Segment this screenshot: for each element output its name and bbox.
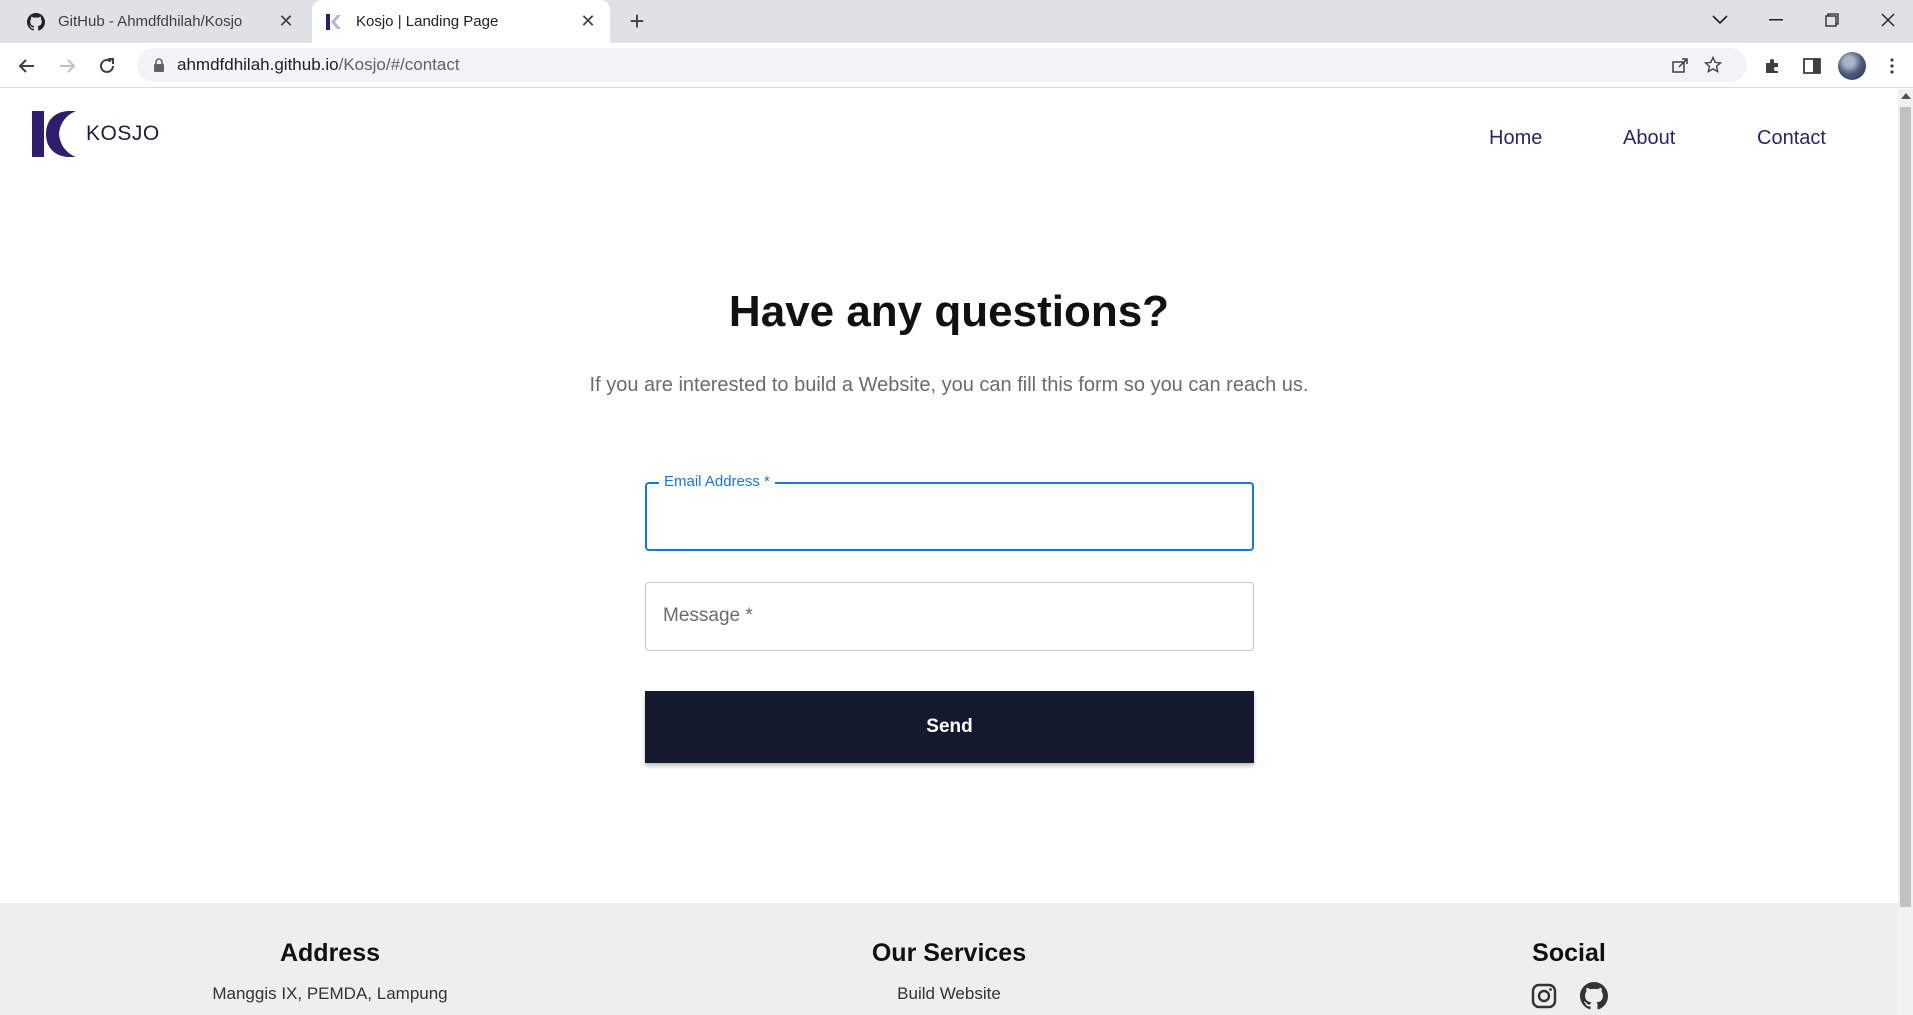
restore-icon[interactable] (1804, 0, 1860, 40)
page-subtitle: If you are interested to build a Website… (589, 374, 1309, 396)
lock-icon[interactable] (151, 58, 167, 72)
profile-avatar[interactable] (1837, 51, 1867, 81)
share-icon[interactable] (1668, 53, 1692, 77)
close-icon[interactable]: ✕ (576, 10, 600, 34)
close-icon[interactable]: ✕ (274, 10, 298, 34)
tab-title: Kosjo | Landing Page (356, 13, 499, 30)
bookmark-star-icon[interactable] (1701, 53, 1725, 77)
footer-address-text: Manggis IX, PEMDA, Lampung (212, 984, 448, 1003)
scroll-up-icon[interactable] (1901, 93, 1911, 99)
close-window-icon[interactable] (1860, 0, 1913, 40)
site-header: KOSJO Home About Contact (0, 89, 1898, 189)
forward-icon[interactable] (52, 51, 82, 81)
side-panel-icon[interactable] (1797, 51, 1827, 81)
site-footer: Address Manggis IX, PEMDA, Lampung Our S… (0, 903, 1898, 1015)
tab-search-icon[interactable] (1692, 0, 1748, 40)
footer-services-title: Our Services (871, 939, 1027, 967)
nav-home[interactable]: Home (1489, 127, 1542, 150)
page-viewport: KOSJO Home About Contact Have any questi… (0, 89, 1913, 1015)
extensions-icon[interactable] (1757, 51, 1787, 81)
browser-menu-icon[interactable] (1877, 51, 1907, 81)
footer-address: Address Manggis IX, PEMDA, Lampung (180, 903, 480, 1004)
reload-icon[interactable] (92, 51, 122, 81)
scrollbar-thumb[interactable] (1900, 107, 1911, 907)
new-tab-button[interactable]: + (624, 6, 650, 36)
tab-github[interactable]: GitHub - Ahmdfdhilah/Kosjo ✕ (12, 0, 308, 43)
footer-social: Social (1419, 903, 1719, 1010)
page-scrollbar[interactable] (1898, 89, 1913, 1015)
footer-services: Our Services Build Website (799, 903, 1099, 1004)
footer-address-title: Address (279, 939, 381, 967)
site-logo[interactable]: KOSJO (32, 111, 160, 157)
github-icon[interactable] (1580, 982, 1608, 1010)
address-bar[interactable]: ahmdfdhilah.github.io/Kosjo/#/contact (137, 48, 1747, 82)
footer-social-title: Social (1532, 939, 1606, 967)
tab-kosjo[interactable]: Kosjo | Landing Page ✕ (312, 0, 610, 43)
logo-text: KOSJO (86, 122, 160, 145)
github-icon (26, 12, 46, 32)
instagram-icon[interactable] (1530, 982, 1558, 1010)
send-button[interactable]: Send (645, 691, 1254, 763)
url-text: ahmdfdhilah.github.io/Kosjo/#/contact (177, 55, 460, 74)
minimize-icon[interactable] (1748, 0, 1804, 40)
message-field[interactable]: Message * (645, 582, 1254, 651)
email-field[interactable]: Email Address * (645, 473, 1254, 551)
browser-toolbar: ahmdfdhilah.github.io/Kosjo/#/contact (0, 43, 1913, 88)
nav-contact[interactable]: Contact (1757, 127, 1826, 150)
back-icon[interactable] (12, 51, 42, 81)
kosjo-logo-icon (32, 111, 76, 157)
nav-about[interactable]: About (1623, 127, 1675, 150)
page-title: Have any questions? (728, 287, 1170, 336)
browser-tab-bar: GitHub - Ahmdfdhilah/Kosjo ✕ Kosjo | Lan… (0, 0, 1913, 43)
email-input[interactable] (647, 484, 1252, 549)
kosjo-favicon-icon (324, 12, 344, 32)
tab-title: GitHub - Ahmdfdhilah/Kosjo (58, 13, 243, 30)
message-input[interactable] (646, 583, 1253, 650)
footer-services-text[interactable]: Build Website (799, 984, 1099, 1004)
